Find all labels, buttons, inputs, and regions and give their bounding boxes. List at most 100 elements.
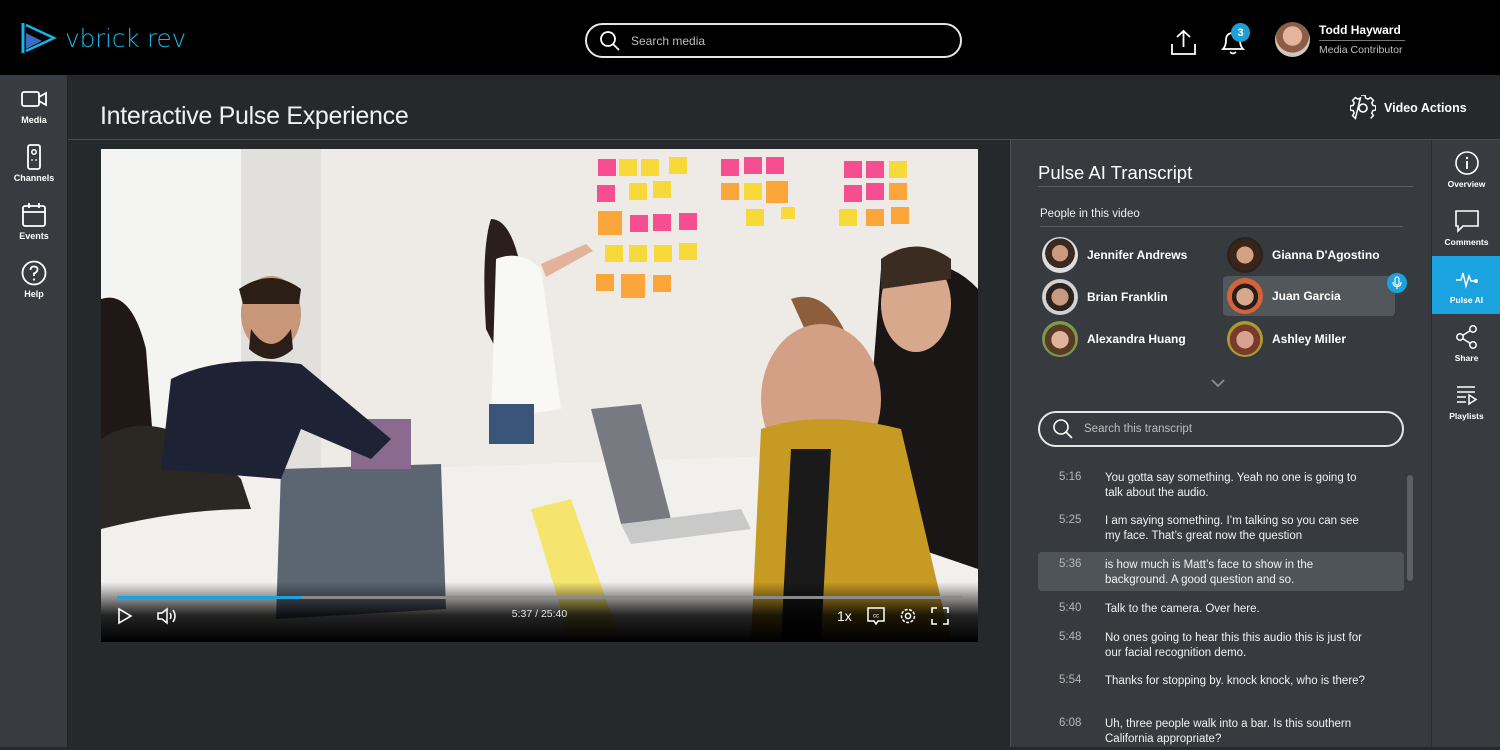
sidebar-item-events[interactable]: Events bbox=[0, 201, 68, 241]
transcript-scrollbar[interactable] bbox=[1407, 475, 1413, 581]
top-header: vbrick rev 3 Todd Hayward Media Contribu… bbox=[0, 0, 1500, 75]
tab-label: Share bbox=[1454, 352, 1479, 363]
avatar bbox=[1042, 237, 1078, 273]
person-jennifer-andrews[interactable]: Jennifer Andrews bbox=[1040, 235, 1210, 275]
sidebar-item-help[interactable]: Help bbox=[0, 259, 68, 299]
svg-text:cc: cc bbox=[873, 614, 879, 620]
divider bbox=[1038, 186, 1413, 187]
user-avatar bbox=[1275, 22, 1310, 57]
playlist-icon bbox=[1456, 385, 1477, 405]
person-alexandra-huang[interactable]: Alexandra Huang bbox=[1040, 319, 1210, 359]
pulse-icon bbox=[1455, 272, 1478, 289]
sidebar-item-channels[interactable]: Channels bbox=[0, 143, 68, 183]
transcript-timestamp: 5:54 bbox=[1059, 674, 1082, 686]
notification-badge: 3 bbox=[1231, 23, 1250, 42]
person-name: Jennifer Andrews bbox=[1087, 248, 1188, 262]
avatar bbox=[1042, 321, 1078, 357]
remote-icon bbox=[27, 144, 41, 170]
transcript-timestamp: 6:08 bbox=[1059, 717, 1082, 729]
search-media-input[interactable] bbox=[631, 33, 931, 48]
transcript-line-active[interactable]: 5:36 is how much is Matt’s face to show … bbox=[1038, 552, 1404, 591]
seek-bar-progress bbox=[117, 596, 303, 599]
transcript-text: is how much is Matt’s face to show in th… bbox=[1105, 559, 1314, 586]
gear-icon bbox=[1350, 95, 1376, 120]
upload-button[interactable] bbox=[1170, 28, 1197, 56]
gear-icon bbox=[900, 608, 916, 624]
tab-label: Overview bbox=[1447, 178, 1486, 189]
tab-share[interactable]: Share bbox=[1432, 314, 1500, 372]
fullscreen-button[interactable] bbox=[930, 606, 950, 631]
pulse-ai-transcript-panel: Pulse AI Transcript People in this video… bbox=[1010, 140, 1431, 747]
transcript-timestamp: 5:48 bbox=[1059, 631, 1082, 643]
search-icon bbox=[600, 30, 620, 51]
transcript-timestamp: 5:36 bbox=[1059, 558, 1082, 570]
captions-button[interactable]: cc bbox=[866, 606, 886, 631]
tab-label: Comments bbox=[1444, 236, 1489, 247]
transcript-line[interactable]: 5:48 No ones going to hear this this aud… bbox=[1038, 625, 1404, 664]
tab-playlists[interactable]: Playlists bbox=[1432, 372, 1500, 430]
avatar bbox=[1227, 278, 1263, 314]
speaking-indicator bbox=[1387, 273, 1407, 293]
chevron-down-icon bbox=[1211, 379, 1225, 388]
tab-overview[interactable]: Overview bbox=[1432, 140, 1500, 198]
user-menu[interactable]: Todd Hayward Media Contributor bbox=[1275, 22, 1405, 57]
play-icon bbox=[118, 607, 133, 625]
video-actions-button[interactable]: Video Actions bbox=[1350, 95, 1467, 121]
volume-button[interactable] bbox=[156, 607, 180, 630]
transcript-text: You gotta say something. Yeah no one is … bbox=[1105, 472, 1357, 499]
transcript-line[interactable]: 6:08 Uh, three people walk into a bar. I… bbox=[1038, 711, 1404, 750]
transcript-text: I am saying something. I’m talking so yo… bbox=[1105, 515, 1359, 542]
tab-pulse-ai[interactable]: Pulse AI bbox=[1432, 256, 1500, 314]
expand-people-button[interactable] bbox=[1210, 375, 1226, 393]
transcript-text: Thanks for stopping by. knock knock, who… bbox=[1105, 675, 1365, 687]
microphone-icon bbox=[1392, 276, 1402, 289]
calendar-icon bbox=[22, 203, 46, 227]
left-sidebar: Media Channels Events Help bbox=[0, 75, 68, 747]
avatar bbox=[1042, 279, 1078, 315]
transcript-text: Talk to the camera. Over here. bbox=[1105, 603, 1260, 615]
transcript-line[interactable]: 5:16 You gotta say something. Yeah no on… bbox=[1038, 465, 1404, 504]
tab-label: Pulse AI bbox=[1449, 294, 1484, 305]
logo-text: vbrick rev bbox=[65, 23, 186, 53]
video-actions-label: Video Actions bbox=[1384, 101, 1467, 115]
person-ashley-miller[interactable]: Ashley Miller bbox=[1225, 319, 1395, 359]
seek-bar[interactable] bbox=[117, 596, 962, 599]
person-juan-garcia[interactable]: Juan Garcia bbox=[1223, 273, 1407, 316]
person-gianna-dagostino[interactable]: Gianna D'Agostino bbox=[1225, 235, 1395, 275]
search-media-field[interactable] bbox=[585, 23, 962, 58]
volume-icon bbox=[157, 607, 176, 625]
vbrick-logo[interactable]: vbrick rev bbox=[20, 19, 186, 57]
info-icon bbox=[1454, 150, 1479, 175]
person-name: Ashley Miller bbox=[1272, 332, 1347, 346]
person-brian-franklin[interactable]: Brian Franklin bbox=[1040, 277, 1210, 317]
search-transcript-input[interactable] bbox=[1084, 423, 1384, 435]
transcript-timestamp: 5:25 bbox=[1059, 514, 1082, 526]
people-label: People in this video bbox=[1040, 208, 1140, 220]
vbrick-logo-icon bbox=[21, 23, 57, 53]
right-sidebar: Overview Comments Pulse AI Share Playlis… bbox=[1431, 140, 1500, 747]
person-name: Gianna D'Agostino bbox=[1272, 248, 1380, 262]
transcript-text: Uh, three people walk into a bar. Is thi… bbox=[1105, 718, 1352, 745]
comment-icon bbox=[1454, 209, 1479, 233]
video-player[interactable]: 5:37 / 25:40 1x cc bbox=[101, 149, 978, 642]
playback-speed-button[interactable]: 1x bbox=[837, 608, 852, 624]
sidebar-item-media[interactable]: Media bbox=[0, 85, 68, 125]
transcript-timestamp: 5:40 bbox=[1059, 602, 1082, 614]
fullscreen-icon bbox=[931, 607, 949, 625]
tab-label: Playlists bbox=[1449, 410, 1484, 421]
sidebar-item-label: Channels bbox=[13, 173, 55, 183]
transcript-text: No ones going to hear this this audio th… bbox=[1105, 632, 1362, 659]
video-camera-icon bbox=[21, 91, 47, 107]
search-transcript-field[interactable] bbox=[1038, 411, 1404, 447]
person-name: Alexandra Huang bbox=[1087, 332, 1186, 346]
closed-captions-icon: cc bbox=[867, 607, 885, 626]
settings-button[interactable] bbox=[898, 606, 918, 631]
transcript-line[interactable]: 5:54 Thanks for stopping by. knock knock… bbox=[1038, 668, 1404, 707]
play-button[interactable] bbox=[117, 607, 133, 630]
tab-comments[interactable]: Comments bbox=[1432, 198, 1500, 256]
avatar bbox=[1227, 321, 1263, 357]
search-icon bbox=[1053, 419, 1073, 439]
player-controls: 5:37 / 25:40 1x cc bbox=[101, 582, 978, 642]
transcript-line[interactable]: 5:25 I am saying something. I’m talking … bbox=[1038, 508, 1404, 547]
user-name: Todd Hayward bbox=[1319, 23, 1405, 41]
